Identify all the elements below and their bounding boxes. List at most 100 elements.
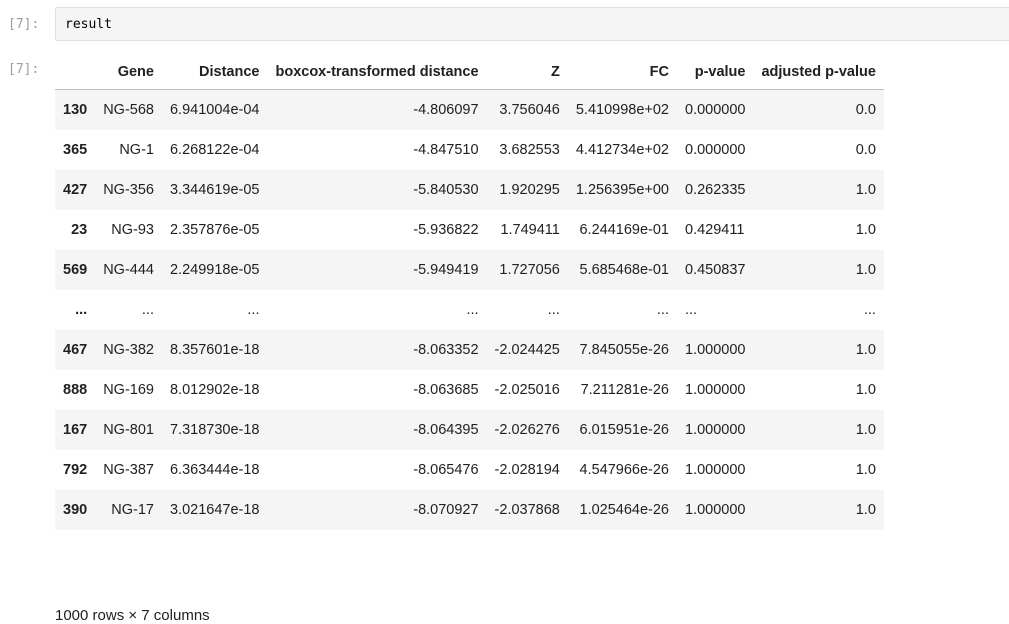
table-row: 130 NG-568 6.941004e-04 -4.806097 3.756046 5.… xyxy=(55,89,884,130)
cell-boxcox-distance: -8.063685 xyxy=(413,382,479,398)
cell-adjusted-p-value: 1.0 xyxy=(855,382,876,398)
cell-distance: 6.268122e-04 xyxy=(169,142,260,158)
cell-adjusted-p-value: 1.0 xyxy=(855,222,876,238)
cell-fc: 7.845055e-26 xyxy=(579,342,670,358)
cell-boxcox-distance: ... xyxy=(466,302,479,318)
cell-gene: NG-356 xyxy=(103,182,154,198)
cell-z: -2.028194 xyxy=(494,462,560,478)
cell-fc: 6.015951e-26 xyxy=(579,422,670,438)
cell-p-value: 0.450837 xyxy=(685,262,746,278)
cell-z: 1.920295 xyxy=(499,182,560,198)
cell-gene: NG-169 xyxy=(103,382,154,398)
cell-p-value: 1.000000 xyxy=(685,422,746,438)
cell-adjusted-p-value: 1.0 xyxy=(855,262,876,278)
cell-adjusted-p-value: 0.0 xyxy=(855,102,876,118)
cell-boxcox-distance: -8.070927 xyxy=(413,502,479,518)
cell-adjusted-p-value: ... xyxy=(863,302,876,318)
code-editor[interactable]: result xyxy=(55,7,1009,41)
index-header xyxy=(55,55,96,90)
table-header-row: Gene Distance boxcox-transformed distanc… xyxy=(55,55,884,90)
column-header-gene: Gene xyxy=(95,55,162,90)
table-row: 365 NG-1 6.268122e-04 -4.847510 3.682553 4.41… xyxy=(55,130,884,170)
cell-boxcox-distance: -4.847510 xyxy=(413,142,479,158)
cell-distance: 6.363444e-18 xyxy=(169,462,260,478)
input-prompt: [7]: xyxy=(8,17,40,32)
table-row: ........................ xyxy=(55,290,884,330)
cell-adjusted-p-value: 1.0 xyxy=(855,422,876,438)
cell-gene: NG-568 xyxy=(103,102,154,118)
cell-fc: 6.244169e-01 xyxy=(579,222,670,238)
cell-boxcox-distance: -8.064395 xyxy=(413,422,479,438)
cell-gene: NG-387 xyxy=(103,462,154,478)
row-index: ... xyxy=(75,302,88,318)
table-row: 390 NG-17 3.021647e-18 -8.070927 -2.037868 1.… xyxy=(55,490,884,530)
cell-fc: 1.256395e+00 xyxy=(575,182,669,198)
cell-fc: 4.547966e-26 xyxy=(579,462,670,478)
cell-fc: 5.410998e+02 xyxy=(575,102,669,118)
cell-fc: 4.412734e+02 xyxy=(575,142,669,158)
table-row: 427 NG-356 3.344619e-05 -5.840530 1.920295 1.… xyxy=(55,170,884,210)
output-prompt: [7]: xyxy=(8,62,40,77)
cell-distance: 3.344619e-05 xyxy=(169,182,260,198)
row-index: 569 xyxy=(63,262,88,278)
cell-p-value: ... xyxy=(685,302,698,318)
column-header-fc: FC xyxy=(567,55,677,90)
cell-z: -2.026276 xyxy=(494,422,560,438)
cell-distance: 6.941004e-04 xyxy=(169,102,260,118)
cell-p-value: 0.262335 xyxy=(685,182,746,198)
column-header-z: Z xyxy=(486,55,568,90)
cell-p-value: 1.000000 xyxy=(685,382,746,398)
column-header-adjusted-p-value: adjusted p-value xyxy=(753,55,884,90)
cell-distance: 3.021647e-18 xyxy=(169,502,260,518)
cell-gene: NG-1 xyxy=(119,142,154,158)
cell-fc: ... xyxy=(656,302,669,318)
row-index: 467 xyxy=(63,342,88,358)
cell-p-value: 1.000000 xyxy=(685,502,746,518)
cell-adjusted-p-value: 1.0 xyxy=(855,182,876,198)
row-index: 888 xyxy=(63,382,88,398)
cell-adjusted-p-value: 1.0 xyxy=(855,462,876,478)
cell-p-value: 0.429411 xyxy=(685,222,745,238)
cell-z: ... xyxy=(547,302,560,318)
cell-gene: NG-444 xyxy=(103,262,154,278)
cell-boxcox-distance: -5.949419 xyxy=(413,262,479,278)
cell-boxcox-distance: -5.936822 xyxy=(413,222,479,238)
cell-z: 3.682553 xyxy=(499,142,560,158)
cell-fc: 1.025464e-26 xyxy=(579,502,670,518)
cell-adjusted-p-value: 0.0 xyxy=(855,142,876,158)
table-row: 792 NG-387 6.363444e-18 -8.065476 -2.028194 4… xyxy=(55,450,884,490)
table-shape-footer: 1000 rows × 7 columns xyxy=(55,607,210,624)
row-index: 390 xyxy=(63,502,88,518)
cell-p-value: 1.000000 xyxy=(685,342,746,358)
row-index: 792 xyxy=(63,462,88,478)
cell-distance: 8.012902e-18 xyxy=(169,382,260,398)
cell-p-value: 0.000000 xyxy=(685,102,746,118)
cell-distance: 2.249918e-05 xyxy=(169,262,260,278)
cell-distance: 8.357601e-18 xyxy=(169,342,260,358)
cell-fc: 7.211281e-26 xyxy=(580,382,669,398)
cell-distance: 2.357876e-05 xyxy=(169,222,260,238)
code-text[interactable]: result xyxy=(65,16,112,33)
row-index: 167 xyxy=(63,422,88,438)
row-index: 130 xyxy=(63,102,88,118)
cell-fc: 5.685468e-01 xyxy=(579,262,670,278)
row-index: 427 xyxy=(63,182,88,198)
table-row: 888 NG-169 8.012902e-18 -8.063685 -2.025016 7… xyxy=(55,370,884,410)
row-index: 23 xyxy=(71,222,88,238)
cell-adjusted-p-value: 1.0 xyxy=(855,342,876,358)
cell-gene: NG-93 xyxy=(111,222,154,238)
table-row: 569 NG-444 2.249918e-05 -5.949419 1.727056 5.… xyxy=(55,250,884,290)
table-body: 130 NG-568 6.941004e-04 -4.806097 3.756046 5.… xyxy=(55,89,884,530)
cell-boxcox-distance: -8.063352 xyxy=(413,342,479,358)
input-cell: [7]: result xyxy=(0,7,1009,43)
column-header-distance: Distance xyxy=(161,55,268,90)
cell-boxcox-distance: -8.065476 xyxy=(413,462,479,478)
cell-distance: 7.318730e-18 xyxy=(169,422,260,438)
table-row: 467 NG-382 8.357601e-18 -8.063352 -2.024425 7… xyxy=(55,330,884,370)
cell-gene: ... xyxy=(141,302,154,318)
cell-z: -2.024425 xyxy=(494,342,560,358)
cell-p-value: 1.000000 xyxy=(685,462,746,478)
cell-p-value: 0.000000 xyxy=(685,142,746,158)
table-row: 167 NG-801 7.318730e-18 -8.064395 -2.026276 6… xyxy=(55,410,884,450)
dataframe-table: Gene Distance boxcox-transformed distanc… xyxy=(55,55,884,530)
